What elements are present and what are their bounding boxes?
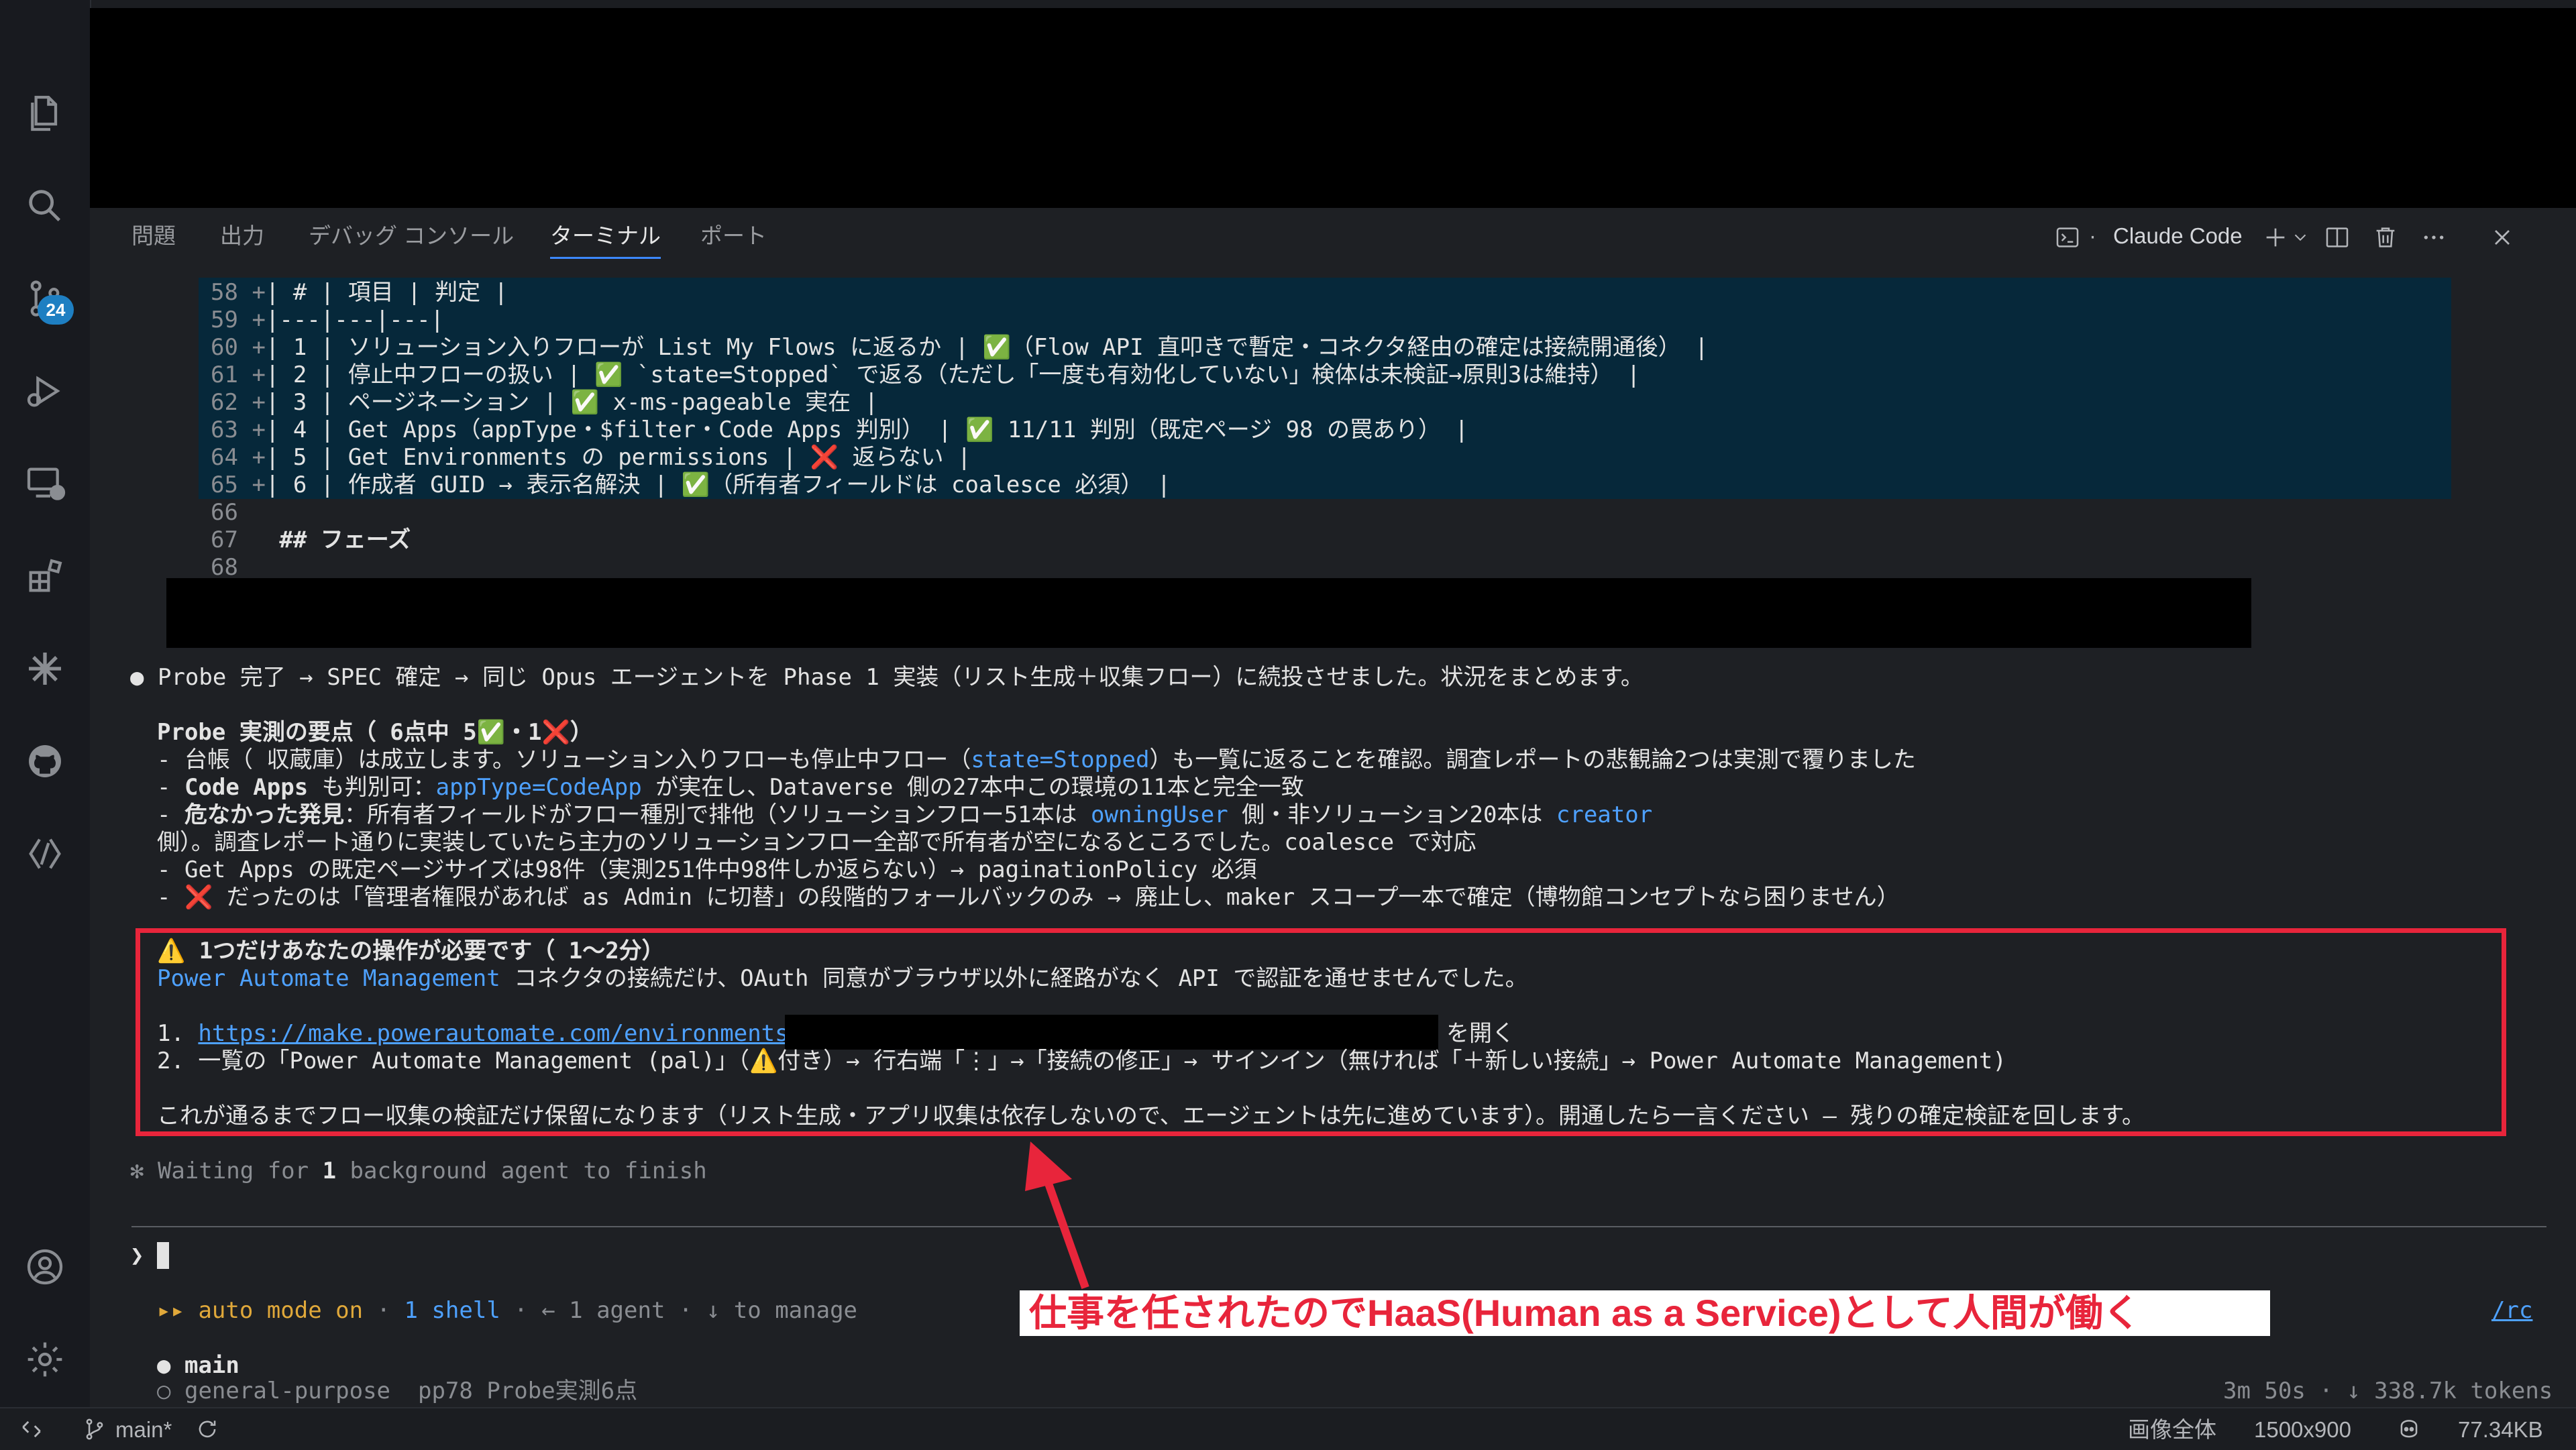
editor-area — [90, 8, 2576, 208]
tab-debug-console[interactable]: デバッグ コンソール — [309, 221, 514, 251]
search-icon[interactable] — [20, 181, 70, 231]
trash-icon[interactable] — [2371, 223, 2400, 252]
action-footer: これが通るまでフロー収集の検証だけ保留になります（リスト生成・アプリ収集は依存し… — [157, 1103, 2145, 1129]
remote-icon[interactable] — [19, 1416, 44, 1448]
diff-line: 64 +| 5 | Get Environments の permissions… — [211, 444, 971, 471]
sync-icon[interactable] — [195, 1416, 220, 1448]
redacted-region — [785, 1015, 1438, 1050]
annotation-label: 仕事を任されたのでHaaS(Human as a Service)として人間が働… — [1020, 1290, 2270, 1336]
status-bar: main* 画像全体 1500x900 77.34KB — [0, 1407, 2576, 1450]
claude-icon[interactable] — [20, 644, 70, 693]
tab-ports[interactable]: ポート — [700, 221, 767, 251]
copilot-icon[interactable] — [20, 829, 70, 879]
chevron-down-icon[interactable] — [2290, 223, 2310, 252]
tab-terminal[interactable]: ターミナル — [550, 221, 661, 259]
probe-bullet-cont: 側）。調査レポート通りに実装していたら主力のソリューションフロー全部で所有者が空… — [157, 829, 1477, 856]
diff-line: 61 +| 2 | 停止中フローの扱い | ✅ `state=Stopped` … — [211, 361, 1641, 388]
activity-bar: 24 — [0, 0, 91, 1407]
action-line: Power Automate Management コネクタの接続だけ、OAut… — [157, 965, 1528, 992]
probe-bullet: - Code Apps も判別可：appType=CodeApp が実在し、Da… — [157, 774, 1304, 801]
shell-count[interactable]: 1 shell — [405, 1297, 500, 1324]
dot-separator: · — [2089, 223, 2096, 248]
more-icon[interactable] — [2419, 223, 2449, 252]
input-separator — [131, 1226, 2546, 1227]
environment-link[interactable]: https://make.powerautomate.com/environme… — [198, 1020, 802, 1047]
diff-line: 60 +| 1 | ソリューション入りフローが List My Flows に返… — [211, 334, 1709, 361]
auto-mode-toggle[interactable]: auto mode on — [198, 1297, 363, 1324]
split-terminal-icon[interactable] — [2322, 223, 2352, 252]
action-step: 1. https://make.powerautomate.com/enviro… — [157, 1020, 803, 1047]
copilot-status-icon[interactable] — [2396, 1416, 2422, 1448]
task-subagent[interactable]: ○ general-purpose pp78 Probe実測6点 — [157, 1378, 637, 1405]
branch-name[interactable]: main* — [115, 1416, 172, 1443]
github-icon[interactable] — [20, 736, 70, 786]
probe-bullet: - 台帳（ 収蔵庫）は成立します。ソリューション入りフローも停止中フロー（sta… — [157, 746, 1916, 773]
explorer-icon[interactable] — [20, 89, 70, 138]
redacted-region — [166, 578, 2251, 648]
annotation-arrow — [1025, 1141, 1089, 1290]
terminal-icon — [2053, 223, 2082, 252]
task-stats: 3m 50s · ↓ 338.7k tokens — [2223, 1378, 2553, 1404]
settings-gear-icon[interactable] — [20, 1335, 70, 1384]
code-line: 67 ## フェーズ — [211, 526, 411, 553]
remote-explorer-icon[interactable] — [20, 459, 70, 508]
message-intro: ● Probe 完了 → SPEC 確定 → 同じ Opus エージェントを P… — [130, 664, 1644, 691]
tab-problems[interactable]: 問題 — [131, 221, 176, 251]
diff-line: 59 +|---|---|---| — [211, 306, 445, 333]
branch-icon[interactable] — [82, 1416, 107, 1448]
source-control-badge: 24 — [38, 295, 74, 325]
action-step-suffix: を開く — [1446, 1020, 1515, 1047]
rc-link[interactable]: /rc — [2491, 1297, 2532, 1325]
probe-bullet: - Get Apps の既定ページサイズは98件（実測251件中98件しか返らな… — [157, 856, 1257, 883]
code-line: 68 — [211, 554, 238, 581]
mode-bar: ▸▸ auto mode on · 1 shell · ← 1 agent · … — [157, 1297, 858, 1324]
image-dimensions: 1500x900 — [2254, 1417, 2351, 1442]
close-panel-icon[interactable] — [2487, 223, 2517, 252]
diff-line: 65 +| 6 | 作成者 GUID → 表示名解決 | ✅（所有者フィールドは… — [211, 471, 1171, 498]
new-terminal-plus-icon[interactable] — [2261, 223, 2290, 252]
file-size: 77.34KB — [2458, 1417, 2543, 1442]
diff-line: 63 +| 4 | Get Apps（appType・$filter・Code … — [211, 416, 1468, 443]
terminal-input-cursor[interactable] — [157, 1242, 169, 1269]
waiting-status: ✻ Waiting for 1 background agent to fini… — [130, 1158, 707, 1184]
action-heading: ⚠️ 1つだけあなたの操作が必要です（ 1～2分） — [157, 938, 665, 964]
extensions-icon[interactable] — [20, 551, 70, 601]
run-debug-icon[interactable] — [20, 366, 70, 416]
diff-line: 62 +| 3 | ページネーション | ✅ x-ms-pageable 実在 … — [211, 389, 879, 416]
task-main[interactable]: ● main — [157, 1352, 239, 1380]
probe-bullet: - 危なかった発見：所有者フィールドがフロー種別で排他（ソリューションフロー51… — [157, 801, 1653, 828]
prompt-symbol: ❯ — [130, 1242, 144, 1269]
tab-output[interactable]: 出力 — [220, 221, 264, 251]
panel-tab-bar: 問題 出力 デバッグ コンソール ターミナル ポート · Claude Code — [90, 208, 2576, 264]
image-label: 画像全体 — [2128, 1417, 2216, 1442]
terminal-name[interactable]: Claude Code — [2113, 221, 2243, 251]
probe-bullet: - ❌ だったのは「管理者権限があれば as Admin に切替」の段階的フォー… — [157, 884, 1900, 911]
probe-heading: Probe 実測の要点（ 6点中 5✅・1❌） — [157, 719, 593, 746]
action-step: 2. 一覧の「Power Automate Management (pal)」（… — [157, 1048, 2006, 1074]
code-line: 66 — [211, 499, 238, 526]
diff-line: 58 +| # | 項目 | 判定 | — [211, 279, 508, 306]
account-icon[interactable] — [20, 1242, 70, 1292]
